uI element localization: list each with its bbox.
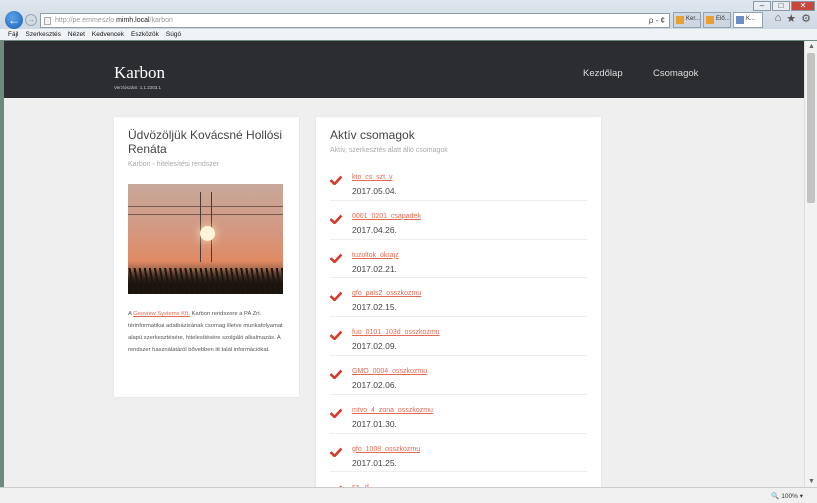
packages-title: Aktív csomagok — [330, 128, 415, 142]
checkmark-icon — [330, 408, 342, 418]
menu-view[interactable]: Nézet — [68, 29, 85, 40]
nav-packages[interactable]: Csomagok — [653, 68, 698, 79]
package-link[interactable]: gfo_pals2_osszkozmu — [352, 290, 421, 297]
package-link[interactable]: GMO_0004_osszkozmu — [352, 368, 427, 375]
geoview-link[interactable]: Geoview Systems Kft. — [133, 311, 190, 317]
package-link[interactable]: tuzoltok_okrajz — [352, 252, 399, 259]
site-title[interactable]: Karbon — [114, 63, 165, 83]
welcome-card: Üdvözöljük Kovácsné Hollósi Renáta Karbo… — [114, 117, 299, 397]
package-item: kto_cs_szt_v 2017.05.04. — [330, 162, 587, 201]
menu-file[interactable]: Fájl — [8, 29, 18, 40]
site-header: Karbon Verziószám: 1.1.2203.1 Kezdőlap C… — [4, 41, 804, 98]
tab-label: Elő... — [716, 16, 730, 22]
address-path-before: pe.emmeszlo. — [72, 17, 117, 24]
package-item: sz...d — [330, 472, 587, 487]
package-link[interactable]: fuo_0101_103d_osszkozmu — [352, 329, 440, 336]
checkmark-icon — [330, 292, 342, 302]
checkmark-icon — [330, 330, 342, 341]
package-link[interactable]: mtvo_4_zona_osszkozmu — [352, 407, 433, 414]
forward-arrow-icon[interactable]: → — [25, 14, 37, 26]
address-path-after: /karbon — [149, 17, 173, 24]
nav-home[interactable]: Kezdőlap — [583, 68, 623, 79]
maximize-button[interactable]: □ — [772, 1, 790, 11]
package-date: 2017.02.15. — [352, 302, 397, 313]
version-label: Verziószám: 1.1.2203.1 — [114, 85, 162, 90]
scroll-down-arrow-icon[interactable]: ▼ — [808, 478, 815, 485]
address-host: mimh.local — [116, 17, 150, 24]
page-viewport: Karbon Verziószám: 1.1.2203.1 Kezdőlap C… — [4, 41, 804, 487]
menu-favorites[interactable]: Kedvencek — [92, 29, 124, 40]
tab-favicon — [676, 16, 684, 24]
menu-help[interactable]: Súgó — [166, 29, 181, 40]
minimize-button[interactable]: – — [753, 1, 771, 11]
grass-silhouette — [128, 268, 283, 294]
zoom-value: 100% — [781, 493, 798, 500]
package-item: fuo_0101_103d_osszkozmu 2017.02.09. — [330, 317, 587, 356]
tab-strip: Ker... Elő... K... — [673, 12, 763, 28]
desc-rest: Karbon rendszere a PA Zrt. térinformatik… — [128, 311, 283, 353]
checkmark-icon — [330, 447, 342, 457]
package-item: tuzoltok_okrajz 2017.02.21. — [330, 240, 587, 279]
package-date: 2017.02.09. — [352, 341, 397, 352]
package-date: 2017.02.21. — [352, 263, 397, 274]
gear-icon[interactable]: ⚙ — [801, 12, 811, 25]
tab-label: Ker... — [686, 16, 701, 22]
welcome-description: A Geoview Systems Kft. Karbon rendszere … — [128, 308, 285, 356]
package-item: gfo_1008_osszkozmu 2017.01.25. — [330, 434, 587, 473]
favorites-star-icon[interactable]: ★ — [786, 12, 796, 25]
package-item: mtvo_4_zona_osszkozmu 2017.01.30. — [330, 395, 587, 434]
address-bar[interactable]: http://pe.emmeszlo.mimh.local/karbon ρ -… — [40, 13, 670, 28]
scroll-thumb[interactable] — [807, 53, 815, 203]
active-packages-card: Aktív csomagok Aktív, szerkesztés alatt … — [316, 117, 601, 487]
packages-subtitle: Aktív, szerkesztés alatt álló csomagok — [330, 147, 448, 154]
package-item: gfo_pals2_osszkozmu 2017.02.15. — [330, 278, 587, 318]
welcome-subtitle: Karbon - hitelesítési rendszer — [128, 161, 220, 168]
back-arrow-icon[interactable]: ← — [5, 11, 23, 29]
tab-2[interactable]: Elő... — [703, 12, 731, 28]
package-date: 2017.01.30. — [352, 418, 397, 429]
close-button[interactable]: ✕ — [791, 1, 815, 11]
tab-favicon — [706, 16, 714, 24]
toolbar-icons: ⌂ ★ ⚙ — [775, 12, 811, 25]
scroll-up-arrow-icon[interactable]: ▲ — [808, 43, 815, 50]
vertical-scrollbar[interactable]: ▲ ▼ — [804, 41, 817, 487]
tab-1[interactable]: Ker... — [673, 12, 701, 28]
checkmark-icon — [330, 175, 342, 185]
checkmark-icon — [330, 214, 342, 224]
zoom-level[interactable]: 🔍 100% ▾ — [771, 492, 803, 500]
package-list: kto_cs_szt_v 2017.05.04. 0001_0201_csapade… — [330, 162, 587, 487]
package-item: 0001_0201_csapadek 2017.04.26. — [330, 201, 587, 240]
menu-tools[interactable]: Eszközök — [131, 29, 159, 40]
package-date: 2017.01.25. — [352, 457, 397, 468]
package-link[interactable]: kto_cs_szt_v — [352, 174, 392, 181]
tab-label: K... — [746, 16, 756, 22]
welcome-title: Üdvözöljük Kovácsné Hollósi Renáta — [128, 128, 283, 156]
sun-shape — [200, 226, 215, 241]
package-link[interactable]: gfo_1008_osszkozmu — [352, 446, 420, 453]
page-icon — [44, 17, 51, 25]
checkmark-icon — [330, 253, 342, 263]
menu-edit[interactable]: Szerkesztés — [25, 29, 60, 40]
address-prefix: http:// — [55, 17, 73, 24]
package-date: 2017.04.26. — [352, 224, 397, 235]
home-icon[interactable]: ⌂ — [775, 12, 782, 25]
tab-3-active[interactable]: K... — [733, 12, 763, 28]
status-bar: 🔍 100% ▾ — [0, 487, 817, 503]
tab-favicon — [736, 16, 744, 24]
checkmark-icon — [330, 369, 342, 379]
package-item: GMO_0004_osszkozmu 2017.02.06. — [330, 356, 587, 395]
menu-bar: Fájl Szerkesztés Nézet Kedvencek Eszközö… — [0, 29, 817, 40]
package-date: 2017.05.04. — [352, 186, 397, 196]
sunset-power-line-photo — [128, 184, 283, 294]
package-date: 2017.02.06. — [352, 379, 397, 390]
window-controls: – □ ✕ — [753, 1, 815, 11]
package-link[interactable]: 0001_0201_csapadek — [352, 213, 421, 220]
search-refresh-icons[interactable]: ρ - ¢ — [649, 14, 665, 27]
